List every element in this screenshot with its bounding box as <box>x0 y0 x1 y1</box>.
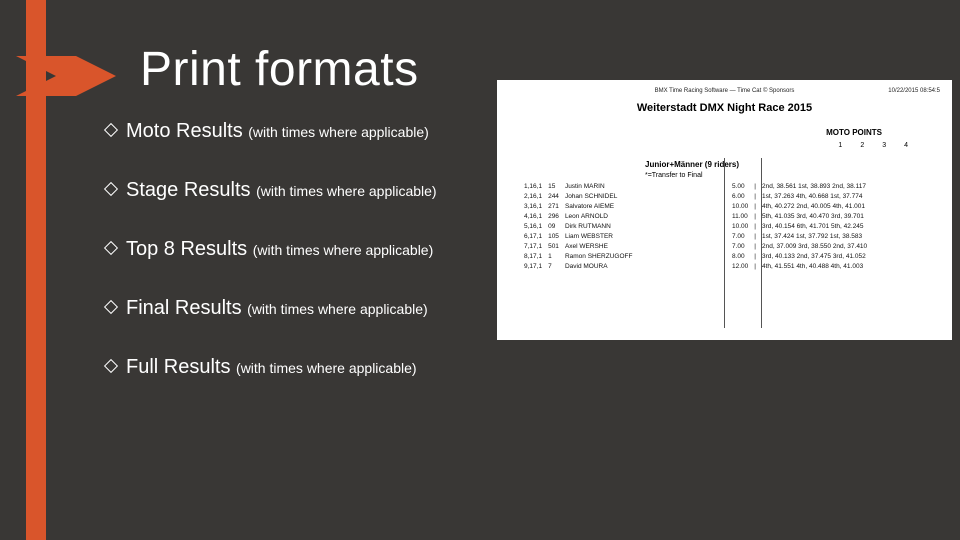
doc-top-right: 10/22/2015 08:54:5 <box>888 88 940 94</box>
bullet-item: Stage Results (with times where applicab… <box>106 179 486 202</box>
diamond-icon <box>104 123 118 137</box>
doc-transfer: *=Transfer to Final <box>645 172 703 179</box>
doc-rows-left: 1,16,115Justin MARIN 2,16,1244Johan SCHN… <box>521 182 650 272</box>
bullet-sub: (with times where applicable) <box>248 124 429 140</box>
bullet-item: Moto Results (with times where applicabl… <box>106 120 486 143</box>
table-row: 12.00|4th, 41.551 4th, 40.488 4th, 41.00… <box>729 262 870 272</box>
doc-divider <box>724 158 725 328</box>
bullet-sub: (with times where applicable) <box>256 183 437 199</box>
diamond-icon <box>104 300 118 314</box>
bullet-item: Top 8 Results (with times where applicab… <box>106 238 486 261</box>
table-row: 7.00|1st, 37.424 1st, 37.792 1st, 38.583 <box>729 232 870 242</box>
doc-rows-right: 5.00|2nd, 38.561 1st, 38.893 2nd, 38.117… <box>729 182 870 272</box>
bullet-main: Full Results <box>126 356 236 378</box>
report-preview: BMX Time Racing Software — Time Cat © Sp… <box>497 80 952 340</box>
bullet-item: Full Results (with times where applicabl… <box>106 356 486 379</box>
diamond-icon <box>104 241 118 255</box>
bullet-main: Top 8 Results <box>126 238 253 260</box>
doc-top-center: BMX Time Racing Software — Time Cat © Sp… <box>497 88 952 94</box>
bullet-sub: (with times where applicable) <box>247 301 428 317</box>
table-row: 10.00|3rd, 40.154 6th, 41.701 5th, 42.24… <box>729 222 870 232</box>
table-row: 3,16,1271Salvatore AIEME <box>521 202 650 212</box>
bullet-list: Moto Results (with times where applicabl… <box>106 120 486 415</box>
table-row: 11.00|5th, 41.035 3rd, 40.470 3rd, 39.70… <box>729 212 870 222</box>
bullet-main: Final Results <box>126 297 247 319</box>
table-row: 7,17,1501Axel WERSHE <box>521 242 650 252</box>
table-row: 4,16,1296Leon ARNOLD <box>521 212 650 222</box>
bullet-sub: (with times where applicable) <box>253 242 434 258</box>
doc-section-label: MOTO POINTS <box>826 128 882 137</box>
bullet-item: Final Results (with times where applicab… <box>106 297 486 320</box>
table-row: 6,17,1105Liam WEBSTER <box>521 232 650 242</box>
table-row: 5.00|2nd, 38.561 1st, 38.893 2nd, 38.117 <box>729 182 870 192</box>
table-row: 6.00|1st, 37.263 4th, 40.668 1st, 37.774 <box>729 192 870 202</box>
diamond-icon <box>104 182 118 196</box>
diamond-icon <box>104 359 118 373</box>
table-row: 2,16,1244Johan SCHNIDEL <box>521 192 650 202</box>
table-row: 8,17,11Ramon SHERZUGOFF <box>521 252 650 262</box>
table-row: 5,16,109Dirk RUTMANN <box>521 222 650 232</box>
bullet-main: Moto Results <box>126 120 248 142</box>
doc-col-heads: 1234 <box>838 142 926 149</box>
slide-title: Print formats <box>140 42 419 97</box>
table-row: 7.00|2nd, 37.009 3rd, 38.550 2nd, 37.410 <box>729 242 870 252</box>
doc-event-title: Weiterstadt DMX Night Race 2015 <box>497 102 952 114</box>
table-row: 1,16,115Justin MARIN <box>521 182 650 192</box>
bullet-main: Stage Results <box>126 179 256 201</box>
table-row: 8.00|3rd, 40.133 2nd, 37.475 3rd, 41.052 <box>729 252 870 262</box>
table-row: 9,17,17David MOURA <box>521 262 650 272</box>
bullet-sub: (with times where applicable) <box>236 360 417 376</box>
table-row: 10.00|4th, 40.272 2nd, 40.005 4th, 41.00… <box>729 202 870 212</box>
